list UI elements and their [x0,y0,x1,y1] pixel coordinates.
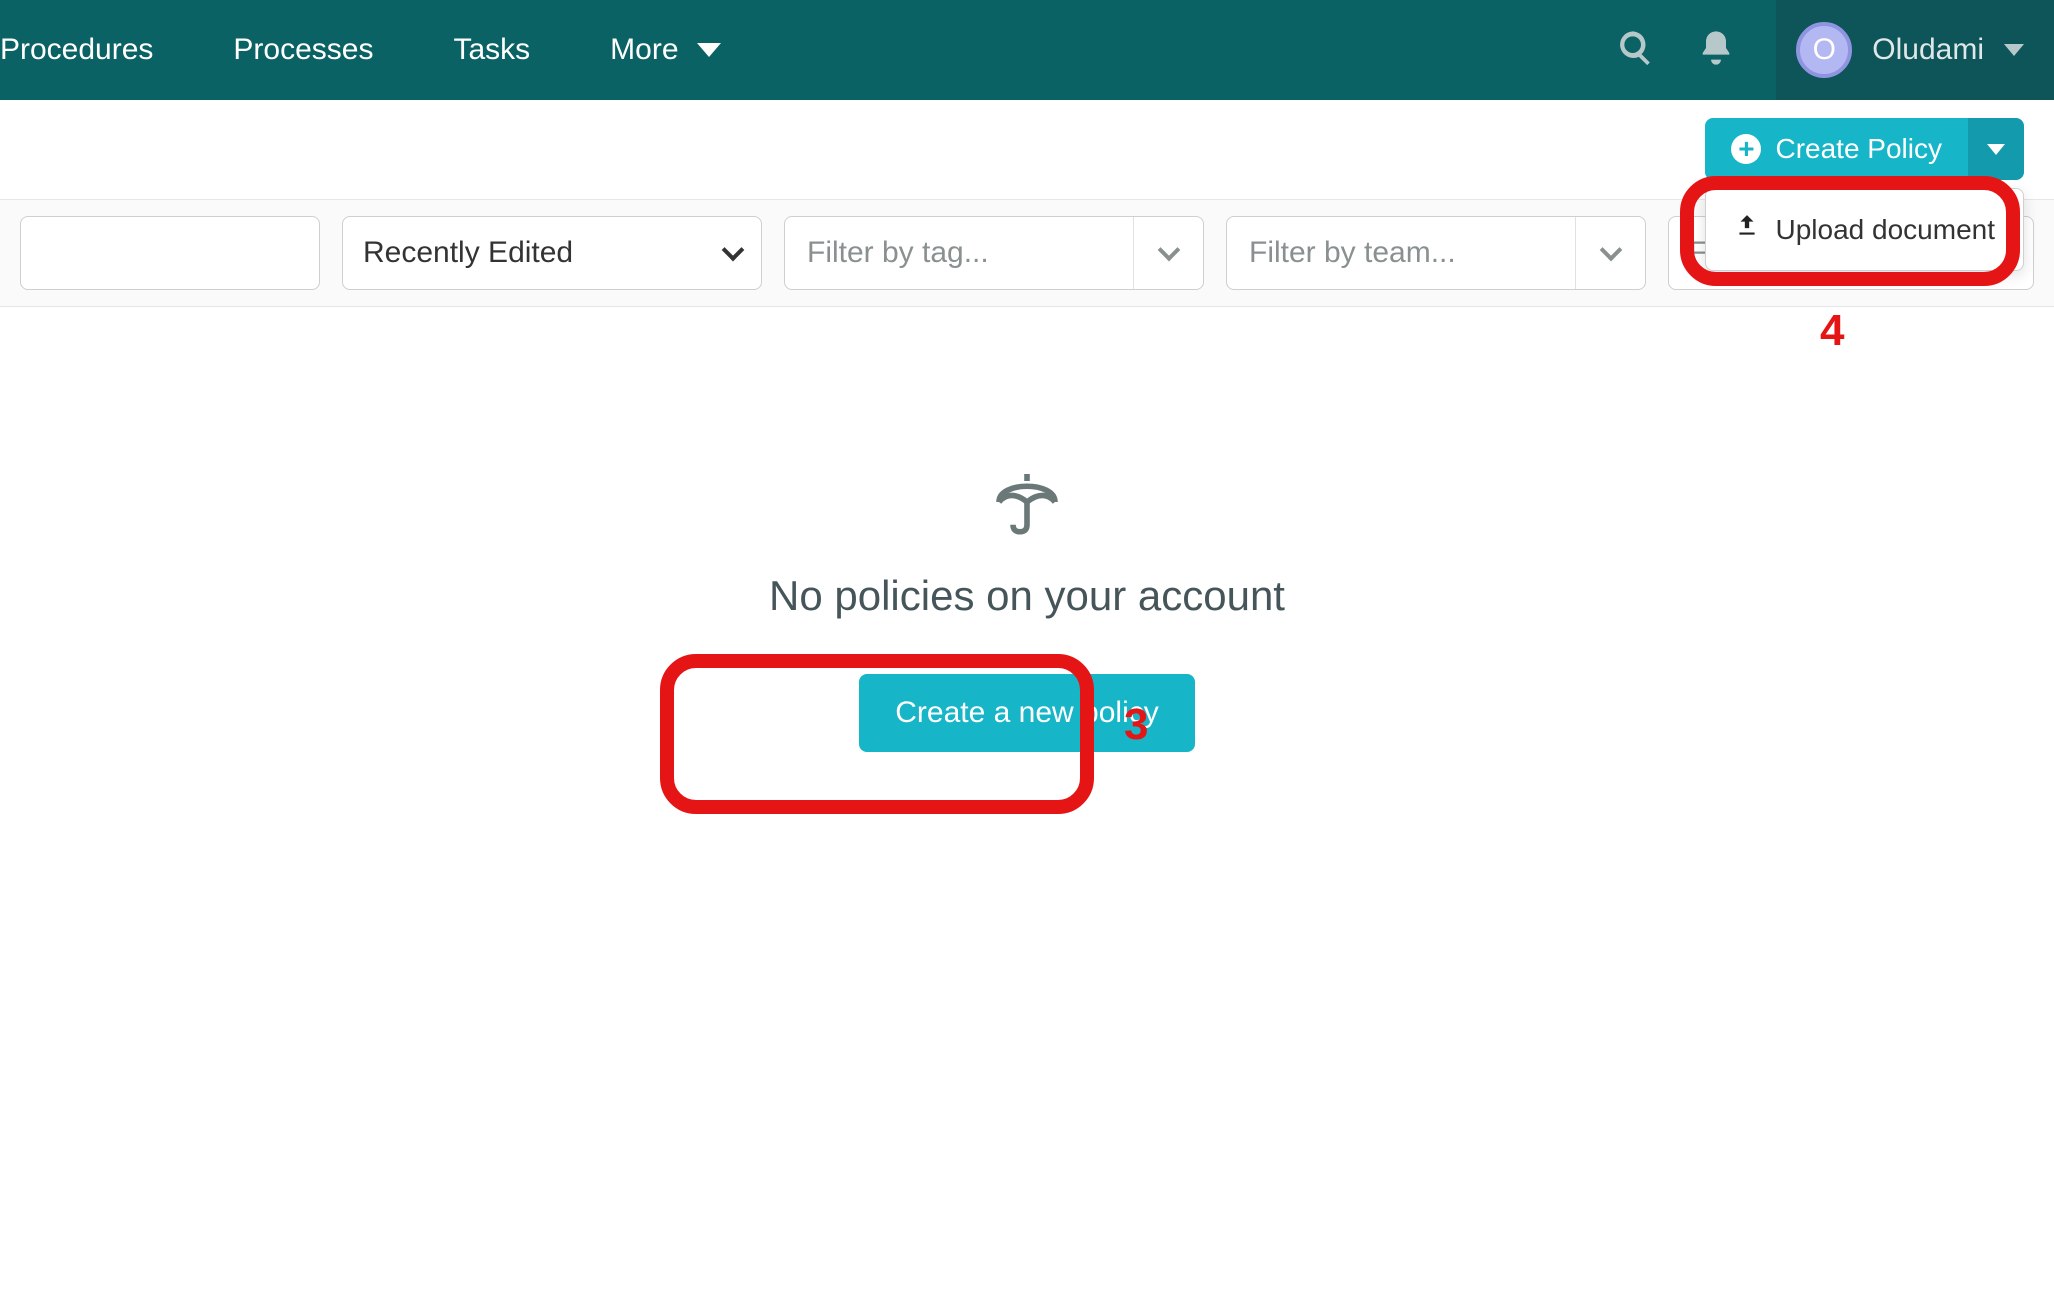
filter-by-tag-placeholder: Filter by tag... [785,236,1133,270]
sort-select[interactable]: Recently Edited [342,216,762,290]
bell-icon [1696,28,1736,73]
upload-icon [1734,213,1760,246]
create-policy-dropdown: Upload document [1705,188,2024,271]
chevron-down-icon [1157,239,1180,262]
search-policies-input[interactable] [20,216,320,290]
user-name: Oludami [1872,33,1984,67]
top-nav: Procedures Processes Tasks More O Oludam… [0,0,2054,100]
upload-document-item[interactable]: Upload document [1706,195,2023,264]
plus-circle-icon: + [1731,134,1761,164]
nav-label: Procedures [0,33,153,67]
chevron-down-icon [1599,239,1622,262]
filter-by-team-placeholder: Filter by team... [1227,236,1575,270]
notifications-button[interactable] [1676,10,1756,90]
create-policy-label: Create Policy [1775,133,1942,165]
nav-label: More [610,33,678,67]
nav-label: Tasks [453,33,530,67]
nav-links: Procedures Processes Tasks More [0,33,761,67]
search-icon [1616,28,1656,73]
create-new-policy-button[interactable]: Create a new policy [859,674,1194,752]
filter-by-tag-toggle[interactable] [1133,217,1203,289]
sort-selected-label: Recently Edited [363,236,573,270]
action-bar: + Create Policy Upload document [0,100,2054,200]
avatar-initial: O [1813,33,1836,67]
chevron-down-icon [697,43,721,57]
nav-label: Processes [233,33,373,67]
chevron-down-icon [722,239,745,262]
filter-by-team-toggle[interactable] [1575,217,1645,289]
empty-title: No policies on your account [0,572,2054,620]
nav-item-tasks[interactable]: Tasks [413,33,570,67]
upload-document-label: Upload document [1776,214,1995,246]
filter-by-tag[interactable]: Filter by tag... [784,216,1204,290]
create-policy-button[interactable]: + Create Policy [1705,118,1968,180]
umbrella-icon [992,467,1062,542]
search-button[interactable] [1596,10,1676,90]
chevron-down-icon [2004,44,2024,56]
caret-down-icon [1987,144,2005,155]
user-menu[interactable]: O Oludami [1776,0,2054,100]
avatar: O [1796,22,1852,78]
create-policy-dropdown-toggle[interactable] [1968,118,2024,180]
create-policy-group: + Create Policy [1705,118,2024,180]
empty-state: No policies on your account Create a new… [0,307,2054,752]
create-new-policy-label: Create a new policy [895,696,1158,729]
filter-by-team[interactable]: Filter by team... [1226,216,1646,290]
nav-item-procedures[interactable]: Procedures [0,33,193,67]
nav-item-processes[interactable]: Processes [193,33,413,67]
nav-item-more[interactable]: More [570,33,760,67]
